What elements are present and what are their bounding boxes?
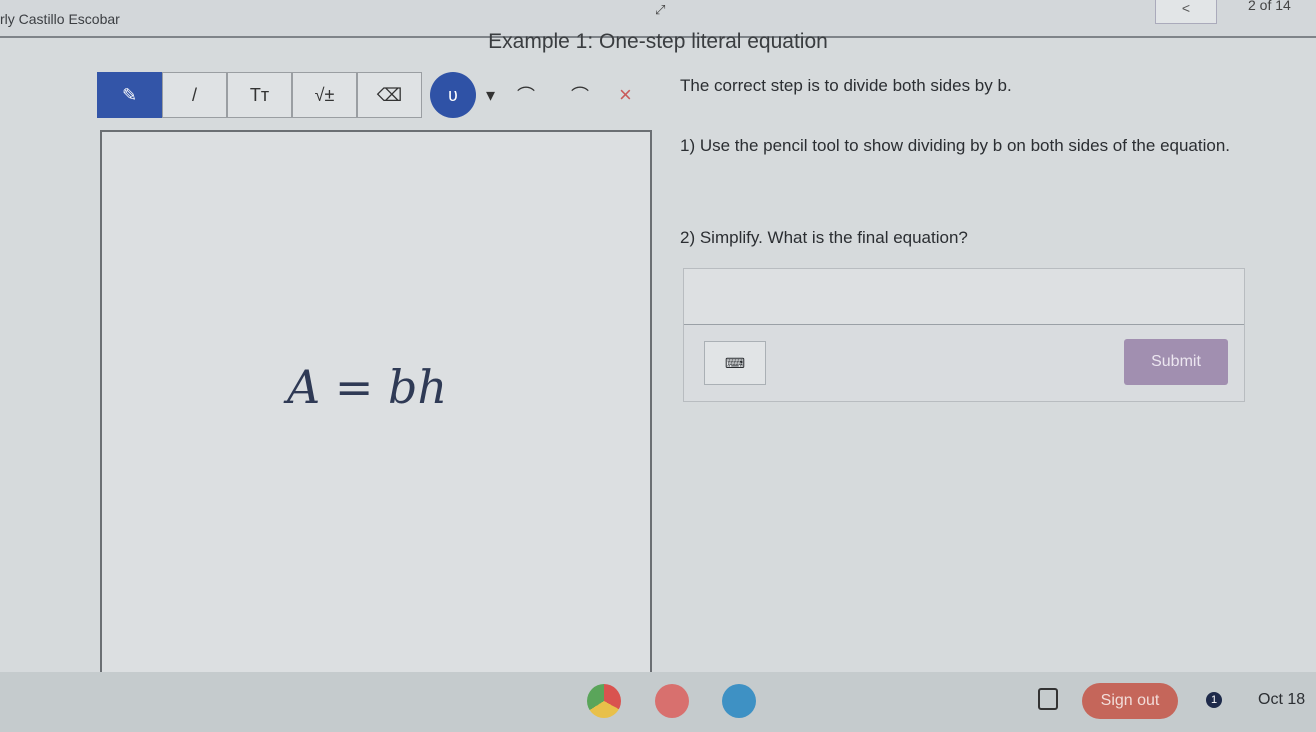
answer-input[interactable] [684, 269, 1244, 325]
screenshot-icon[interactable] [1038, 688, 1058, 710]
eraser-tool-button[interactable]: ⌫ [357, 72, 422, 118]
date[interactable]: Oct 18 [1258, 691, 1305, 709]
chrome-icon[interactable] [587, 684, 621, 718]
color-picker-button[interactable]: ʋ [430, 72, 476, 118]
text-tool-button[interactable]: Tт [227, 72, 292, 118]
equation: A = bh [287, 360, 448, 414]
color-dropdown-icon[interactable]: ▾ [486, 85, 495, 106]
previous-button[interactable]: < [1155, 0, 1217, 24]
drawing-toolbar: ✎ / Tт √± ⌫ ʋ ▾ ⌒ ⌒ × [97, 72, 632, 118]
student-name: rly Castillo Escobar [0, 11, 120, 27]
app-red-icon[interactable] [655, 684, 689, 718]
page-title: Example 1: One-step literal equation [488, 30, 828, 53]
expand-icon[interactable]: ⤢ [655, 2, 665, 18]
undo-icon[interactable]: ⌒ [517, 82, 535, 108]
submit-button[interactable]: Submit [1124, 339, 1228, 385]
page-counter: 2 of 14 [1248, 0, 1291, 13]
hint-text: The correct step is to divide both sides… [680, 76, 1012, 95]
notification-badge[interactable]: 1 [1206, 692, 1222, 708]
keyboard-icon[interactable]: ⌨ [704, 341, 766, 385]
step-2-text: 2) Simplify. What is the final equation? [680, 228, 968, 247]
redo-icon[interactable]: ⌒ [571, 82, 589, 108]
math-tool-button[interactable]: √± [292, 72, 357, 118]
pencil-tool-button[interactable]: ✎ [97, 72, 162, 118]
answer-box: ⌨ Submit [683, 268, 1245, 402]
line-tool-button[interactable]: / [162, 72, 227, 118]
sign-out-button[interactable]: Sign out [1082, 683, 1178, 719]
app-blue-icon[interactable] [722, 684, 756, 718]
step-1-text: 1) Use the pencil tool to show dividing … [680, 136, 1231, 155]
drawing-canvas[interactable]: A = bh [100, 130, 652, 690]
clear-icon[interactable]: × [619, 82, 632, 108]
